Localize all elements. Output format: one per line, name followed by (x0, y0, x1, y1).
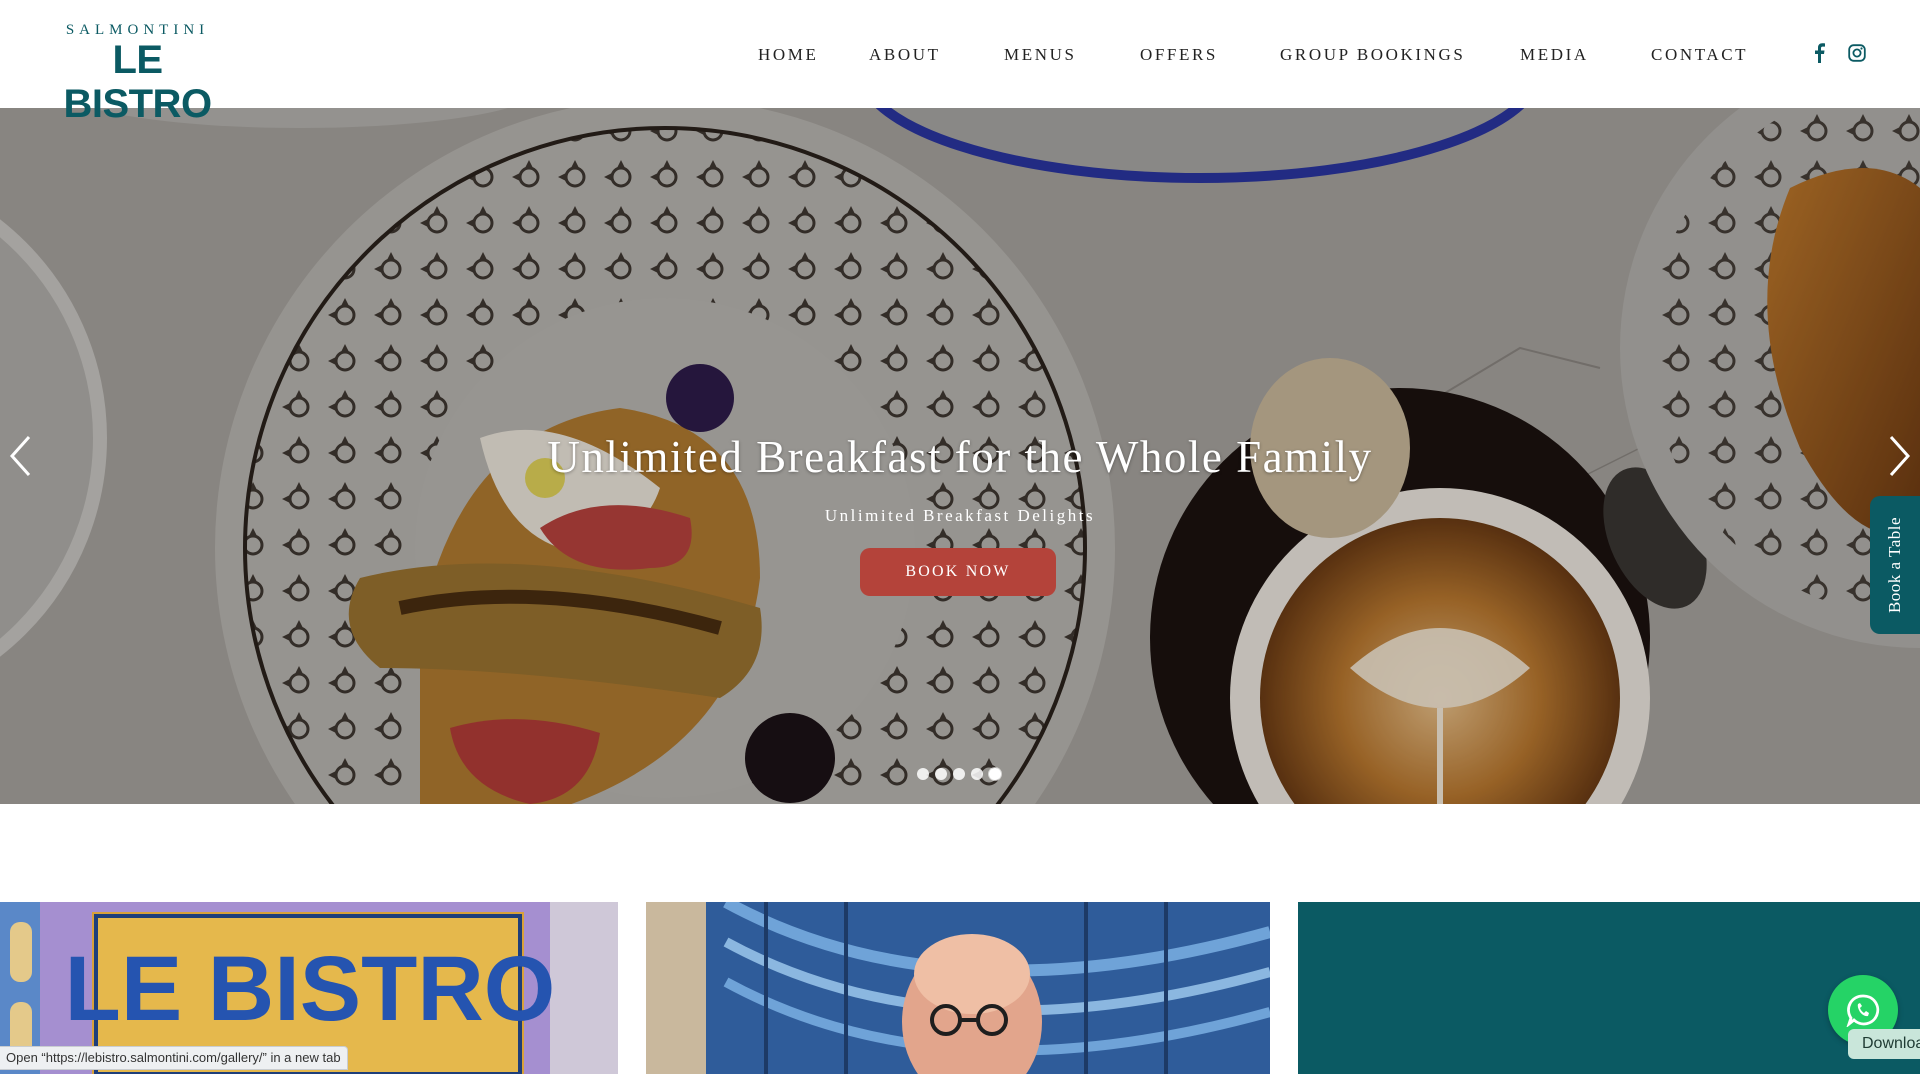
logo-top-text: SALMONTINI (65, 22, 210, 38)
status-url: https://lebistro.salmontini.com/gallery/ (45, 1050, 263, 1065)
slider-dot[interactable] (971, 768, 983, 780)
nav-item-contact[interactable]: CONTACT (1651, 43, 1748, 67)
nav-item-menus[interactable]: MENUS (1004, 43, 1077, 67)
logo-main-text: LE BISTRO (63, 38, 212, 126)
site-header: SALMONTINI LE BISTRO HOME ABOUT MENUS OF… (0, 0, 1920, 126)
facebook-icon[interactable] (1808, 42, 1830, 64)
hero-title: Unlimited Breakfast for the Whole Family (547, 432, 1373, 482)
book-now-button[interactable]: BOOK NOW (860, 548, 1056, 596)
nav-item-about[interactable]: ABOUT (869, 43, 941, 67)
book-a-table-tab[interactable]: Book a Table (1870, 496, 1920, 634)
slider-dot-active[interactable] (989, 768, 1001, 780)
slider-dot[interactable] (935, 768, 947, 780)
slider-dots (917, 768, 1001, 780)
book-a-table-label: Book a Table (1885, 516, 1904, 614)
nav-item-offers[interactable]: OFFERS (1140, 43, 1218, 67)
nav-item-group-bookings[interactable]: GROUP BOOKINGS (1280, 43, 1465, 67)
whatsapp-icon (1846, 994, 1880, 1027)
nav-item-media[interactable]: MEDIA (1520, 43, 1589, 67)
chevron-left-icon[interactable] (0, 426, 40, 486)
sign-text: LE BISTRO (65, 938, 556, 1040)
slider-dot[interactable] (953, 768, 965, 780)
slider-dot[interactable] (917, 768, 929, 780)
hero-subtitle: Unlimited Breakfast Delights (824, 506, 1096, 525)
hero-slider: Unlimited Breakfast for the Whole Family… (0, 108, 1920, 804)
chevron-right-icon[interactable] (1880, 426, 1920, 486)
teal-info-card[interactable] (1298, 902, 1920, 1074)
nav-item-home[interactable]: HOME (758, 43, 818, 67)
site-logo[interactable]: SALMONTINI LE BISTRO (50, 22, 225, 126)
download-chip[interactable]: Download (1848, 1029, 1920, 1059)
status-suffix: ” in a new tab (262, 1050, 341, 1065)
status-prefix: Open “ (6, 1050, 46, 1065)
instagram-icon[interactable] (1846, 42, 1868, 64)
chef-portrait-image (646, 902, 1270, 1074)
browser-status-bar: Open “https://lebistro.salmontini.com/ga… (0, 1046, 348, 1070)
chef-portrait-card[interactable] (646, 902, 1270, 1074)
